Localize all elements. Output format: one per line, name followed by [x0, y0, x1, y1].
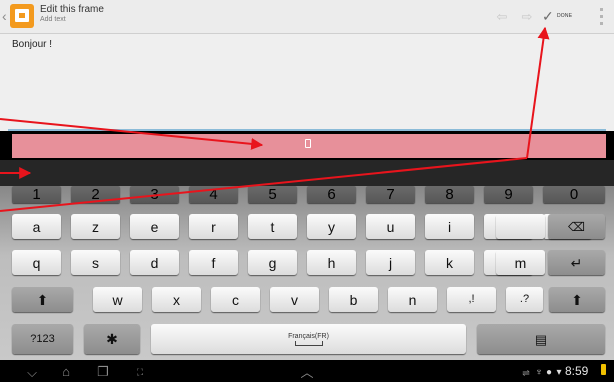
key-k[interactable]: k	[425, 250, 474, 275]
checkmark-icon: ✓	[542, 8, 554, 24]
key-h[interactable]: h	[307, 250, 356, 275]
done-button[interactable]: ✓ DONE	[542, 7, 584, 27]
key-3[interactable]: 3	[130, 186, 179, 203]
key-7[interactable]: 7	[366, 186, 415, 203]
key-u[interactable]: u	[366, 214, 415, 239]
clock: 8:59	[565, 364, 589, 378]
signal-icon: ▾	[556, 367, 562, 378]
mode-123-key[interactable]: ?123	[12, 324, 73, 354]
overflow-menu-icon[interactable]	[600, 8, 604, 26]
shift-left-key[interactable]: ⬆	[12, 287, 73, 312]
key-x[interactable]: x	[152, 287, 201, 312]
key-j[interactable]: j	[366, 250, 415, 275]
shift-right-key[interactable]: ⬆	[549, 287, 605, 312]
key-8[interactable]: 8	[425, 186, 474, 203]
app-frame-icon[interactable]	[10, 4, 34, 28]
page-subtitle: Add text	[40, 16, 66, 23]
enter-key[interactable]: ↵	[548, 250, 605, 275]
key-n[interactable]: n	[388, 287, 437, 312]
key-2[interactable]: 2	[71, 186, 120, 203]
key-5[interactable]: 5	[248, 186, 297, 203]
home-nav-icon[interactable]: ⌂	[57, 365, 75, 379]
key-q[interactable]: q	[12, 250, 61, 275]
key-6[interactable]: 6	[307, 186, 356, 203]
key-e[interactable]: e	[130, 214, 179, 239]
editor-underline	[8, 129, 606, 131]
screenshot-icon[interactable]: ⛶	[133, 365, 147, 379]
key-m[interactable]: m	[496, 250, 545, 275]
undo-arrow-icon[interactable]: ⇦	[494, 10, 510, 24]
key-a[interactable]: a	[12, 214, 61, 239]
key-r[interactable]: r	[189, 214, 238, 239]
back-nav-icon[interactable]: ⌵	[24, 366, 40, 380]
space-bar-icon	[294, 340, 323, 346]
battery-icon	[601, 364, 606, 375]
action-bar: ‹ Edit this frame Add text ⇦ ⇨ ✓ DONE	[0, 0, 614, 34]
key-period[interactable]: .?	[506, 287, 543, 312]
key-comma[interactable]: ,!	[447, 287, 496, 312]
key-d[interactable]: d	[130, 250, 179, 275]
key-i[interactable]: i	[425, 214, 474, 239]
key-1[interactable]: 1	[12, 186, 61, 203]
redo-arrow-icon[interactable]: ⇨	[519, 10, 535, 24]
android-icon: ♆	[535, 367, 543, 378]
key-b[interactable]: b	[329, 287, 378, 312]
editor-text: Bonjour !	[12, 39, 53, 50]
settings-gear-icon: ✱	[106, 331, 118, 347]
backspace-key[interactable]: ⌫	[548, 214, 605, 239]
key-s[interactable]: s	[71, 250, 120, 275]
key-t[interactable]: t	[248, 214, 297, 239]
key-4[interactable]: 4	[189, 186, 238, 203]
key-9[interactable]: 9	[484, 186, 533, 203]
key-f[interactable]: f	[189, 250, 238, 275]
space-key-label: Français(FR)	[288, 332, 329, 340]
shift-icon: ⬆	[36, 291, 49, 308]
shift-icon: ⬆	[571, 291, 583, 308]
keyboard-suggestion-strip	[0, 160, 614, 186]
settings-key[interactable]: ✱	[84, 324, 140, 354]
key-g[interactable]: g	[248, 250, 297, 275]
key-v[interactable]: v	[270, 287, 319, 312]
clipboard-icon: ▤	[534, 331, 548, 347]
usb-icon: ⇌	[522, 368, 530, 378]
text-cursor-handle-icon[interactable]	[305, 139, 311, 148]
key-c[interactable]: c	[211, 287, 260, 312]
done-label: DONE	[557, 13, 573, 19]
backspace-icon: ⌫	[568, 219, 585, 234]
clipboard-key[interactable]: ▤	[477, 324, 605, 354]
key-y[interactable]: y	[307, 214, 356, 239]
wifi-icon: ●	[545, 367, 553, 378]
key-p-box	[496, 214, 545, 239]
enter-icon: ↵	[570, 254, 583, 271]
recents-nav-icon[interactable]: ❐	[94, 365, 112, 379]
space-key[interactable]: Français(FR)	[151, 324, 466, 354]
key-w[interactable]: w	[93, 287, 142, 312]
up-chevron-icon[interactable]: ︿	[300, 366, 314, 380]
text-editor[interactable]: Bonjour !	[0, 34, 614, 131]
page-title: Edit this frame	[40, 4, 104, 15]
back-chevron-icon[interactable]: ‹	[2, 8, 10, 24]
key-0[interactable]: 0	[543, 186, 605, 203]
key-z[interactable]: z	[71, 214, 120, 239]
